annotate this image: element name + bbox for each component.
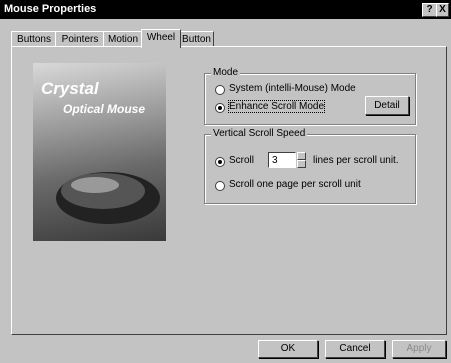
close-button[interactable]: X bbox=[436, 3, 449, 17]
scroll-lines-input[interactable]: 3 bbox=[268, 152, 296, 168]
scroll-page-label: Scroll one page per scroll unit bbox=[229, 179, 361, 190]
tab-pointers[interactable]: Pointers bbox=[55, 31, 105, 47]
window-title: Mouse Properties bbox=[4, 3, 97, 15]
detail-button[interactable]: Detail bbox=[365, 96, 409, 115]
system-mode-radio[interactable] bbox=[215, 85, 225, 95]
system-mode-label: System (intelli-Mouse) Mode bbox=[229, 83, 356, 94]
mouse-picture bbox=[56, 172, 160, 224]
lines-per-unit-label: lines per scroll unit. bbox=[313, 155, 399, 166]
spin-up-button[interactable] bbox=[297, 152, 306, 160]
scroll-speed-group-label: Vertical Scroll Speed bbox=[211, 128, 308, 139]
ok-button[interactable]: OK bbox=[258, 340, 318, 358]
product-box-image: Crystal Optical Mouse bbox=[33, 63, 166, 241]
scroll-page-radio[interactable] bbox=[215, 181, 225, 191]
scroll-speed-group bbox=[204, 134, 416, 204]
spin-down-button[interactable] bbox=[297, 160, 306, 168]
tab-button[interactable]: Button bbox=[179, 31, 214, 47]
tab-buttons[interactable]: Buttons bbox=[11, 31, 57, 47]
apply-button[interactable]: Apply bbox=[392, 340, 446, 358]
enhance-scroll-mode-label: Enhance Scroll Mode bbox=[227, 100, 326, 113]
tab-wheel[interactable]: Wheel bbox=[141, 29, 181, 48]
mouse-properties-dialog: Mouse Properties ? X Buttons Pointers Mo… bbox=[0, 0, 451, 363]
help-button[interactable]: ? bbox=[422, 3, 437, 17]
scroll-lines-radio[interactable] bbox=[215, 157, 225, 167]
title-bar: Mouse Properties ? X bbox=[0, 0, 451, 19]
tab-motion[interactable]: Motion bbox=[103, 31, 143, 47]
mode-group-label: Mode bbox=[211, 67, 241, 78]
enhance-scroll-mode-radio[interactable] bbox=[215, 103, 225, 113]
scroll-lines-label: Scroll bbox=[229, 155, 255, 166]
cancel-button[interactable]: Cancel bbox=[325, 340, 385, 358]
